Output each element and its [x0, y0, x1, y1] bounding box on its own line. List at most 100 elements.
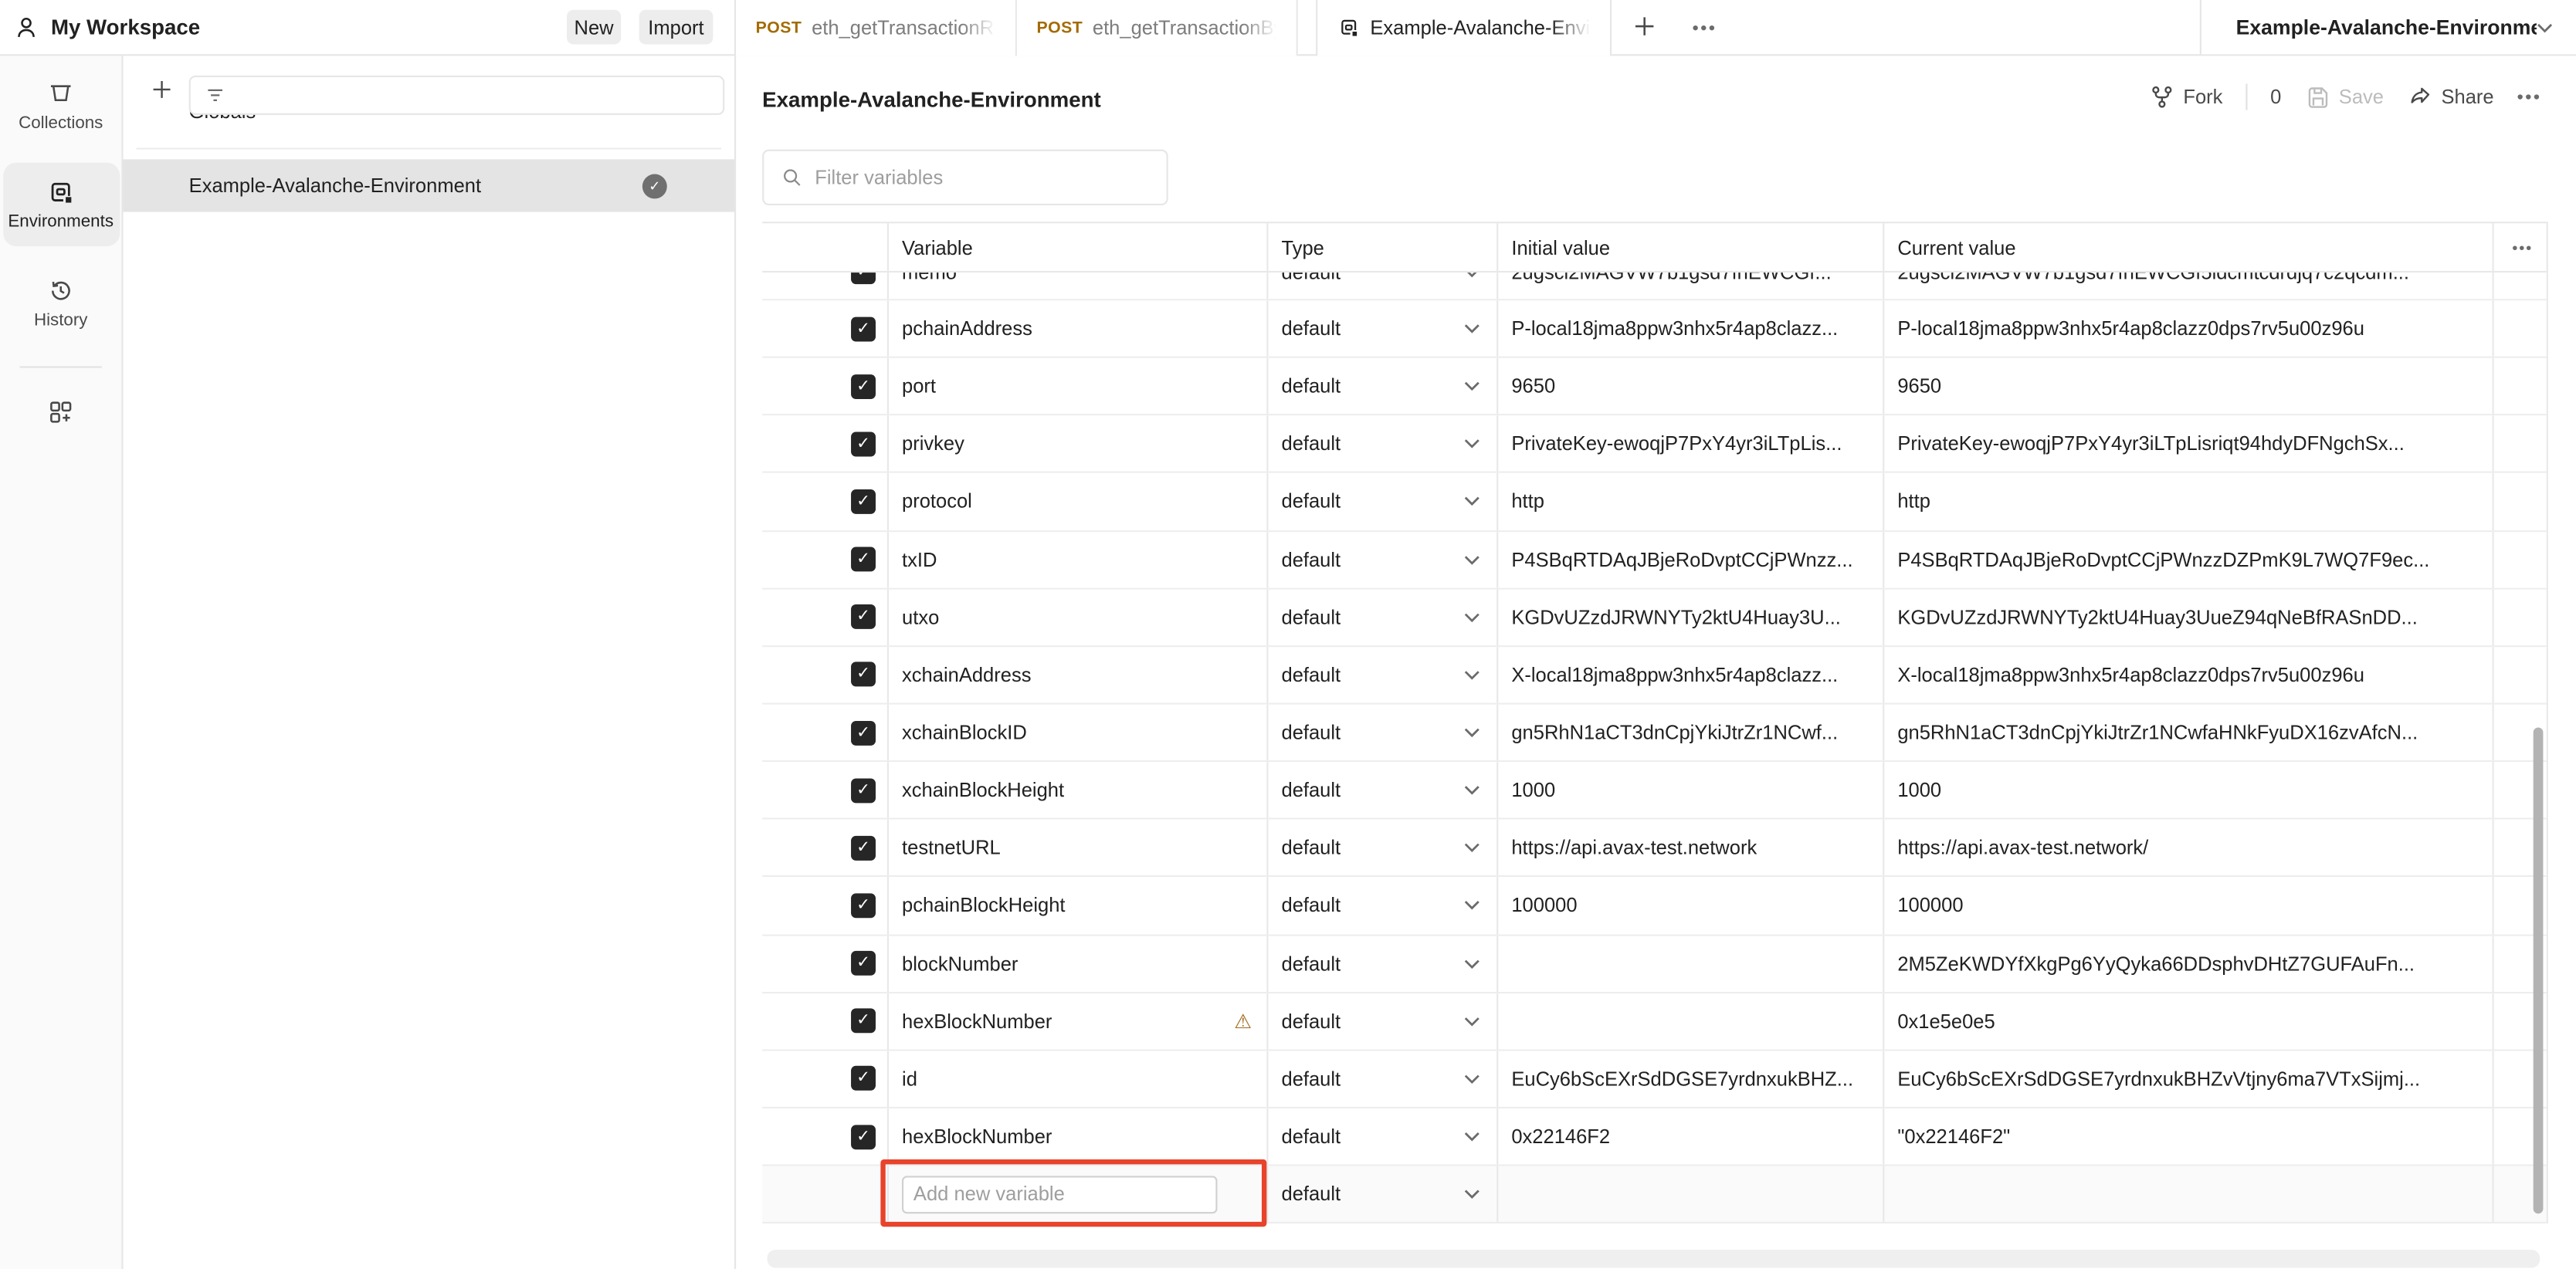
current-value-cell[interactable]: 1000 — [1883, 762, 2492, 818]
type-cell[interactable]: default — [1266, 474, 1496, 530]
variable-name-cell[interactable]: protocol — [887, 474, 1266, 530]
new-tab-button[interactable] — [1632, 13, 1658, 39]
row-checkbox[interactable]: ✓ — [851, 1009, 876, 1034]
variable-name-cell[interactable]: xchainBlockID — [887, 705, 1266, 761]
row-checkbox[interactable]: ✓ — [851, 431, 876, 456]
initial-value-cell[interactable]: EuCy6bScEXrSdDGSE7yrdnxukBHZ... — [1496, 1051, 1883, 1107]
type-cell[interactable]: default — [1266, 936, 1496, 992]
chevron-down-icon[interactable] — [1464, 554, 1480, 564]
fork-button[interactable]: Fork — [2149, 84, 2223, 110]
initial-value-cell[interactable]: X-local18jma8ppw3nhx5r4ap8clazz... — [1496, 647, 1883, 703]
variable-name-cell[interactable]: txID — [887, 531, 1266, 587]
current-value-cell[interactable]: 0x1e5e0e5 — [1883, 993, 2492, 1050]
type-cell[interactable]: default — [1266, 272, 1496, 300]
import-button[interactable]: Import — [639, 10, 713, 45]
bottom-scrollbar-strip[interactable] — [768, 1250, 2540, 1267]
variable-name-cell[interactable]: memo — [887, 272, 1266, 300]
chevron-down-icon[interactable] — [1464, 1132, 1480, 1142]
variable-name-cell[interactable]: blockNumber — [887, 936, 1266, 992]
initial-value-cell[interactable]: 9650 — [1496, 358, 1883, 415]
current-value-cell[interactable]: P4SBqRTDAqJBjeRoDvptCCjPWnzzDZPmK9L7WQ7F… — [1883, 531, 2492, 587]
row-checkbox[interactable]: ✓ — [851, 836, 876, 861]
vertical-scrollbar-thumb[interactable] — [2534, 728, 2544, 1214]
initial-value-cell[interactable]: 0x22146F2 — [1496, 1108, 1883, 1165]
chevron-down-icon[interactable] — [1464, 1189, 1480, 1200]
initial-value-cell[interactable]: http — [1496, 474, 1883, 530]
row-checkbox[interactable]: ✓ — [851, 374, 876, 398]
initial-value-cell[interactable]: 2ugscl2MAGVW7b1gsd7fhEWCGf... — [1496, 272, 1883, 300]
initial-value-cell[interactable] — [1496, 993, 1883, 1050]
more-actions-icon[interactable] — [2517, 93, 2540, 100]
current-value-cell[interactable]: http — [1883, 474, 2492, 530]
new-button[interactable]: New — [567, 10, 621, 45]
add-variable-cell[interactable] — [887, 1166, 1266, 1223]
chevron-down-icon[interactable] — [1464, 439, 1480, 449]
sidebar-item-environment[interactable]: Example-Avalanche-Environment ✓ — [124, 159, 734, 212]
chevron-down-icon[interactable] — [1464, 612, 1480, 622]
row-checkbox[interactable]: ✓ — [851, 720, 876, 745]
add-environment-button[interactable] — [144, 73, 178, 106]
chevron-down-icon[interactable] — [1464, 1016, 1480, 1026]
initial-value-cell[interactable]: P4SBqRTDAqJBjeRoDvptCCjPWnzz... — [1496, 531, 1883, 587]
initial-value-cell[interactable] — [1496, 1166, 1883, 1223]
sidebar-item-history[interactable]: History — [2, 266, 119, 340]
sidebar-filter-field[interactable] — [227, 84, 724, 107]
tab-environment-active[interactable]: Example-Avalanche-Envi — [1316, 0, 1612, 56]
chevron-down-icon[interactable] — [1464, 272, 1480, 276]
sidebar-filter-input[interactable] — [189, 76, 725, 115]
filter-variables-input[interactable] — [815, 166, 1166, 189]
variable-name-cell[interactable]: pchainBlockHeight — [887, 878, 1266, 934]
row-checkbox[interactable]: ✓ — [851, 272, 876, 284]
initial-value-cell[interactable]: https://api.avax-test.network — [1496, 820, 1883, 876]
variable-name-cell[interactable]: id — [887, 1051, 1266, 1107]
current-value-cell[interactable]: X-local18jma8ppw3nhx5r4ap8clazz0dps7rv5u… — [1883, 647, 2492, 703]
environment-selector[interactable]: Example-Avalanche-Environme — [2200, 0, 2576, 54]
sidebar-item-environments[interactable]: Environments — [2, 163, 119, 247]
current-value-cell[interactable] — [1883, 1166, 2492, 1223]
variable-name-cell[interactable]: hexBlockNumber — [887, 1108, 1266, 1165]
initial-value-cell[interactable]: gn5RhN1aCT3dnCpjYkiJtrZr1NCwf... — [1496, 705, 1883, 761]
row-checkbox[interactable]: ✓ — [851, 778, 876, 803]
chevron-down-icon[interactable] — [1464, 670, 1480, 680]
table-options-icon[interactable] — [2494, 244, 2548, 251]
type-cell[interactable]: default — [1266, 820, 1496, 876]
type-cell[interactable]: default — [1266, 993, 1496, 1050]
variable-name-cell[interactable]: xchainBlockHeight — [887, 762, 1266, 818]
save-button[interactable]: Save — [2304, 84, 2384, 110]
variable-name-cell[interactable]: testnetURL — [887, 820, 1266, 876]
current-value-cell[interactable]: 2ugscl2MAGVW7b1gsd7fhEWCGf5ldcmtcdrdjq7c… — [1883, 272, 2492, 300]
current-value-cell[interactable]: P-local18jma8ppw3nhx5r4ap8clazz0dps7rv5u… — [1883, 300, 2492, 357]
initial-value-cell[interactable]: 100000 — [1496, 878, 1883, 934]
chevron-down-icon[interactable] — [1464, 901, 1480, 911]
current-value-cell[interactable]: "0x22146F2" — [1883, 1108, 2492, 1165]
share-button[interactable]: Share — [2407, 84, 2494, 110]
type-cell[interactable]: default — [1266, 416, 1496, 472]
row-checkbox[interactable]: ✓ — [851, 893, 876, 918]
initial-value-cell[interactable] — [1496, 936, 1883, 992]
row-checkbox[interactable]: ✓ — [851, 951, 876, 976]
current-value-cell[interactable]: EuCy6bScEXrSdDGSE7yrdnxukBHZvVtjny6ma7VT… — [1883, 1051, 2492, 1107]
current-value-cell[interactable]: 2M5ZeKWDYfXkgPg6YyQyka66DDsphvDHtZ7GUFAu… — [1883, 936, 2492, 992]
type-cell[interactable]: default — [1266, 300, 1496, 357]
type-cell[interactable]: default — [1266, 531, 1496, 587]
current-value-cell[interactable]: 100000 — [1883, 878, 2492, 934]
sidebar-item-collections[interactable]: Collections — [2, 69, 119, 143]
variable-name-cell[interactable]: xchainAddress — [887, 647, 1266, 703]
variable-name-cell[interactable]: port — [887, 358, 1266, 415]
row-checkbox[interactable]: ✓ — [851, 547, 876, 572]
type-cell[interactable]: default — [1266, 589, 1496, 645]
row-checkbox[interactable]: ✓ — [851, 605, 876, 630]
variable-name-cell[interactable]: privkey — [887, 416, 1266, 472]
row-checkbox[interactable]: ✓ — [851, 1124, 876, 1149]
type-cell[interactable]: default — [1266, 358, 1496, 415]
current-value-cell[interactable]: https://api.avax-test.network/ — [1883, 820, 2492, 876]
add-new-variable-input[interactable] — [902, 1176, 1217, 1213]
tab-eth-getTransactionReceipt[interactable]: POST eth_getTransactionRece — [736, 0, 1017, 56]
fork-count[interactable]: 0 — [2270, 86, 2281, 109]
chevron-down-icon[interactable] — [1464, 497, 1480, 507]
type-cell[interactable]: default — [1266, 1166, 1496, 1223]
chevron-down-icon[interactable] — [1464, 323, 1480, 333]
row-checkbox[interactable]: ✓ — [851, 316, 876, 341]
initial-value-cell[interactable]: 1000 — [1496, 762, 1883, 818]
chevron-down-icon[interactable] — [1464, 959, 1480, 969]
